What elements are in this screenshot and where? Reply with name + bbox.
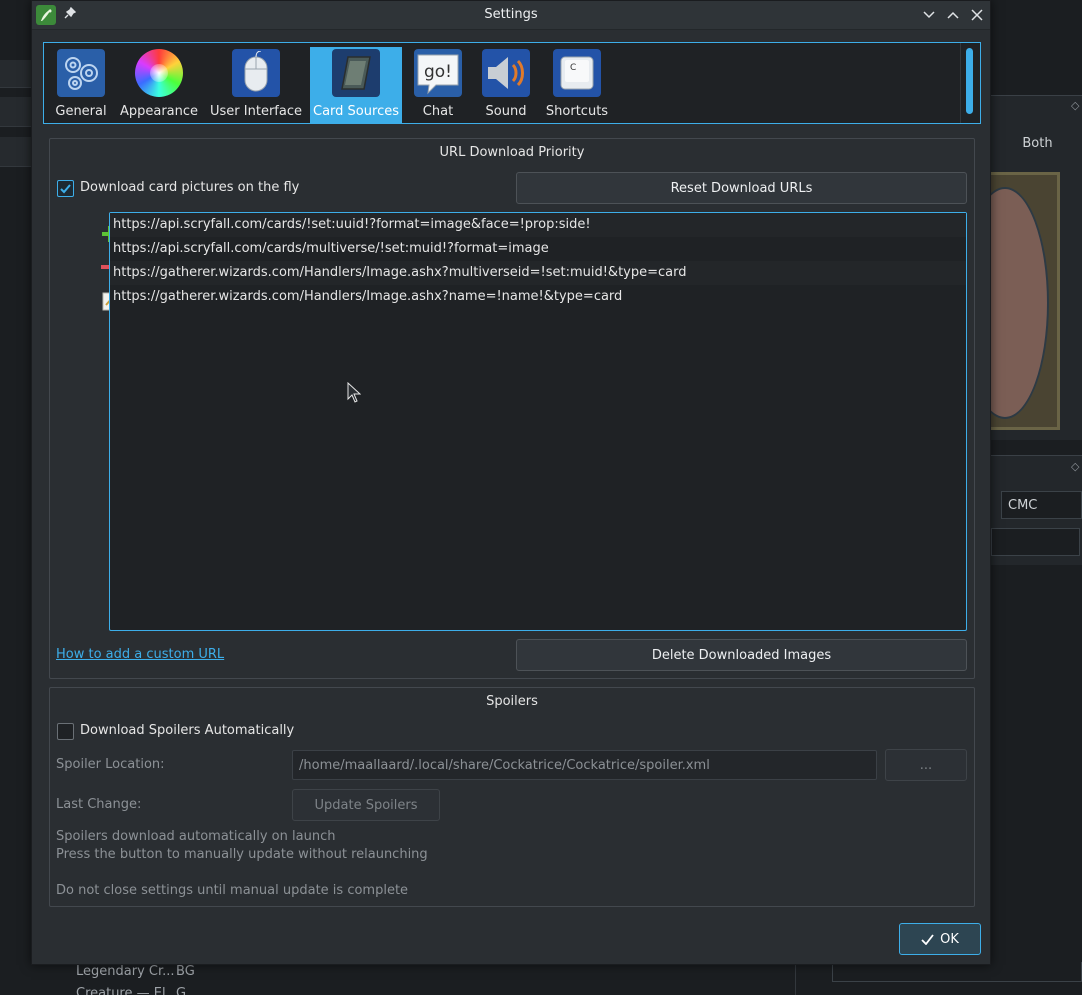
spoilers-group: Spoilers [49, 687, 975, 907]
list-item-type: Creature — El... [76, 986, 178, 995]
card-icon [332, 49, 380, 97]
mouse-icon [232, 49, 280, 97]
page-chat[interactable]: go! Chat [410, 47, 466, 123]
keyboard-key-icon: C [553, 49, 601, 97]
group-title: Spoilers [486, 694, 538, 709]
url-priority-list[interactable]: https://api.scryfall.com/cards/!set:uuid… [109, 212, 967, 631]
spoiler-location-label: Spoiler Location: [56, 757, 165, 772]
update-spoilers-button[interactable]: Update Spoilers [292, 789, 440, 821]
background-tab-both[interactable]: Both [995, 136, 1080, 151]
close-button[interactable] [967, 5, 987, 25]
custom-url-help-link[interactable]: How to add a custom URL [56, 647, 224, 662]
divider [795, 965, 796, 995]
background-toolbar-strip [0, 60, 31, 88]
list-item-color: BG [176, 964, 195, 979]
ok-button[interactable]: OK [899, 923, 981, 955]
page-label: Sound [485, 104, 527, 119]
auto-download-spoilers-label: Download Spoilers Automatically [80, 723, 295, 738]
maximize-button[interactable] [943, 5, 963, 25]
page-label: Appearance [119, 104, 199, 119]
spoiler-info-text: Spoilers download automatically on launc… [56, 829, 336, 844]
chat-icon-text: go! [424, 62, 452, 82]
mouse-pointer-icon [347, 381, 362, 408]
background-card-image [961, 172, 1060, 430]
download-on-fly-label: Download card pictures on the fly [80, 180, 300, 195]
window-title: Settings [484, 7, 538, 22]
background-row [0, 137, 31, 167]
chat-bubble-icon: go! [414, 49, 462, 97]
background-filter-field[interactable] [991, 528, 1080, 556]
page-user-interface[interactable]: User Interface [206, 47, 306, 123]
page-label: Shortcuts [545, 104, 609, 119]
page-label: General [55, 104, 107, 119]
settings-dialog: Settings General Appearance User Interfa… [31, 0, 991, 965]
background-row [0, 97, 31, 127]
url-list-item[interactable]: https://gatherer.wizards.com/Handlers/Im… [110, 261, 966, 285]
ok-button-label: OK [940, 931, 959, 947]
url-list-item[interactable]: https://api.scryfall.com/cards/multivers… [110, 237, 966, 261]
page-shortcuts[interactable]: C Shortcuts [545, 47, 609, 123]
list-item-type: Legendary Cr... [76, 964, 175, 979]
last-change-label: Last Change: [56, 797, 142, 812]
delete-downloaded-images-button[interactable]: Delete Downloaded Images [516, 639, 967, 671]
page-label: Chat [422, 104, 454, 119]
browse-spoiler-location-button[interactable]: ... [885, 749, 967, 781]
diamond-icon: ◇ [1071, 460, 1080, 473]
page-appearance[interactable]: Appearance [118, 47, 200, 123]
shortcuts-icon-text: C [570, 63, 576, 73]
group-title: URL Download Priority [439, 145, 585, 160]
diamond-icon: ◇ [1071, 99, 1080, 112]
spoiler-info-text: Press the button to manually update with… [56, 847, 428, 862]
url-list-item[interactable]: https://gatherer.wizards.com/Handlers/Im… [110, 285, 966, 309]
spoiler-info-warning: Do not close settings until manual updat… [56, 883, 409, 898]
page-card-sources[interactable]: Card Sources [310, 47, 402, 123]
minimize-button[interactable] [919, 5, 939, 25]
page-selector-scrollbar[interactable] [960, 43, 980, 123]
background-field [832, 962, 1082, 982]
spoiler-location-field[interactable]: /home/maallaard/.local/share/Cockatrice/… [292, 750, 877, 780]
title-bar[interactable]: Settings [32, 1, 990, 30]
page-general[interactable]: General [47, 47, 115, 123]
page-label: Card Sources [313, 104, 399, 119]
reset-download-urls-button[interactable]: Reset Download URLs [516, 172, 967, 204]
scrollbar-thumb[interactable] [966, 48, 973, 114]
color-wheel-icon [135, 49, 183, 97]
speaker-icon [482, 49, 530, 97]
url-list-item[interactable]: https://api.scryfall.com/cards/!set:uuid… [110, 213, 966, 237]
download-on-fly-checkbox[interactable] [57, 180, 74, 197]
auto-download-spoilers-checkbox[interactable] [57, 723, 74, 740]
checkmark-icon [921, 933, 934, 945]
background-sort-field[interactable]: CMC [1001, 491, 1082, 519]
page-sound[interactable]: Sound [478, 47, 534, 123]
settings-page-selector: General Appearance User Interface Card S… [43, 42, 981, 124]
gears-icon [57, 49, 105, 97]
page-label: User Interface [210, 104, 302, 119]
list-item-color: G [176, 986, 187, 995]
